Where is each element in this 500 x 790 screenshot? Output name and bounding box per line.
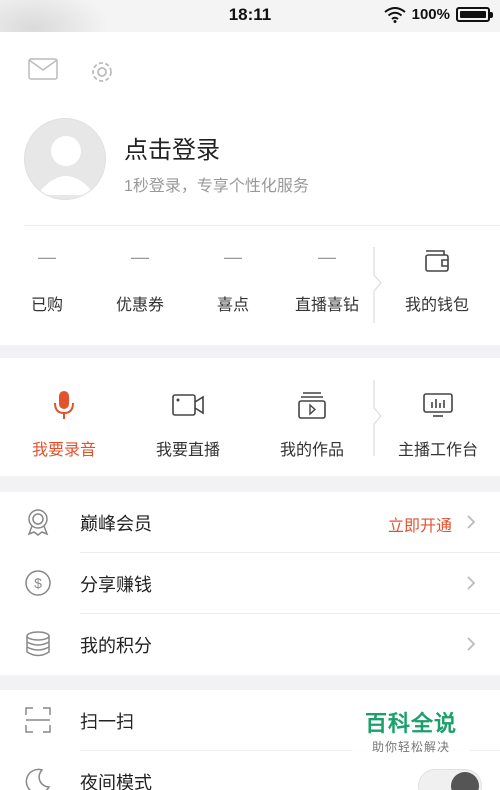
list-item-label: 巅峰会员 bbox=[80, 514, 152, 534]
stat-value: — bbox=[224, 247, 242, 267]
my-works-button[interactable]: 我的作品 bbox=[252, 388, 372, 460]
wallet-button[interactable]: 我的钱包 bbox=[392, 247, 482, 315]
video-camera-icon bbox=[172, 394, 204, 416]
stat-xidian[interactable]: — 喜点 bbox=[188, 247, 278, 315]
list-item-label: 夜间模式 bbox=[80, 773, 152, 790]
avatar[interactable] bbox=[24, 118, 106, 200]
toggle-knob bbox=[451, 772, 479, 790]
default-avatar-icon bbox=[37, 136, 95, 195]
battery-icon bbox=[456, 7, 493, 22]
coins-icon bbox=[26, 631, 50, 657]
stat-value: — bbox=[38, 247, 56, 267]
chevron-right-icon bbox=[467, 515, 476, 529]
list-item-share-earn[interactable]: $ 分享赚钱 bbox=[0, 553, 500, 614]
watermark-title: 百科全说 bbox=[364, 711, 457, 736]
stats-row: — 已购 — 优惠券 — 喜点 — 直播喜钻 我的钱包 bbox=[0, 247, 500, 327]
stat-value: — bbox=[318, 247, 336, 267]
wifi-icon bbox=[384, 6, 406, 23]
login-title[interactable]: 点击登录 bbox=[124, 130, 220, 165]
studio-label: 主播工作台 bbox=[397, 442, 478, 459]
list-item-label: 扫一扫 bbox=[80, 712, 134, 732]
stat-label: 优惠券 bbox=[115, 297, 164, 314]
chevron-right-icon bbox=[467, 637, 476, 651]
list-item-vip[interactable]: 巅峰会员 立即开通 bbox=[0, 492, 500, 553]
stat-label: 已购 bbox=[30, 297, 63, 314]
header-card: 点击登录 1秒登录，专享个性化服务 — 已购 — 优惠券 — 喜点 — 直播喜钻 bbox=[0, 32, 500, 345]
creator-actions: 我要录音 我要直播 我的作品 主播工作台 bbox=[0, 358, 500, 476]
record-audio-label: 我要录音 bbox=[31, 442, 96, 459]
svg-text:$: $ bbox=[34, 575, 42, 591]
stat-live-diamonds[interactable]: — 直播喜钻 bbox=[282, 247, 372, 315]
my-works-label: 我的作品 bbox=[279, 442, 344, 459]
profile-page: 18:11 100% 点击登录 1秒登录，专享个性化服务 — 已购 — 优惠券 … bbox=[0, 0, 500, 790]
status-bar: 18:11 100% bbox=[0, 0, 500, 70]
chevron-right-icon bbox=[467, 576, 476, 590]
login-area[interactable]: 点击登录 1秒登录，专享个性化服务 bbox=[24, 118, 474, 228]
watermark: 百科全说 助你轻松解决 bbox=[352, 706, 470, 755]
battery-percent: 100% bbox=[411, 6, 450, 23]
night-mode-toggle[interactable] bbox=[418, 769, 482, 790]
wallet-label: 我的钱包 bbox=[404, 297, 469, 314]
settings-icon[interactable] bbox=[88, 58, 116, 86]
account-list: 巅峰会员 立即开通 $ 分享赚钱 我的积分 bbox=[0, 492, 500, 675]
dollar-icon: $ bbox=[25, 570, 51, 596]
works-icon bbox=[298, 392, 326, 419]
list-item-points[interactable]: 我的积分 bbox=[0, 614, 500, 675]
stat-coupons[interactable]: — 优惠券 bbox=[95, 247, 185, 315]
header-divider bbox=[24, 225, 500, 226]
list-item-night-mode: 夜间模式 bbox=[0, 751, 500, 790]
mail-icon[interactable] bbox=[28, 58, 58, 80]
stat-purchased[interactable]: — 已购 bbox=[2, 247, 92, 315]
list-item-label: 分享赚钱 bbox=[80, 575, 152, 595]
list-item-label: 我的积分 bbox=[80, 636, 152, 656]
go-live-button[interactable]: 我要直播 bbox=[128, 388, 248, 460]
studio-monitor-icon bbox=[423, 393, 453, 417]
studio-button[interactable]: 主播工作台 bbox=[378, 388, 498, 460]
go-live-label: 我要直播 bbox=[155, 442, 220, 459]
wallet-icon bbox=[425, 250, 449, 272]
microphone-icon bbox=[54, 391, 74, 419]
wallet-icon-wrap bbox=[392, 247, 482, 277]
record-audio-button[interactable]: 我要录音 bbox=[4, 388, 124, 460]
scan-icon bbox=[25, 707, 51, 733]
stat-label: 直播喜钻 bbox=[294, 297, 359, 314]
moon-icon bbox=[25, 768, 51, 790]
vip-badge-icon bbox=[27, 509, 49, 536]
status-right: 100% bbox=[384, 6, 493, 23]
vip-open-link[interactable]: 立即开通 bbox=[388, 512, 452, 536]
section-separator bbox=[373, 247, 382, 323]
header-icons bbox=[28, 58, 116, 86]
stat-label: 喜点 bbox=[216, 297, 249, 314]
watermark-subtitle: 助你轻松解决 bbox=[371, 740, 450, 754]
login-subtitle: 1秒登录，专享个性化服务 bbox=[124, 178, 309, 195]
stat-value: — bbox=[131, 247, 149, 267]
